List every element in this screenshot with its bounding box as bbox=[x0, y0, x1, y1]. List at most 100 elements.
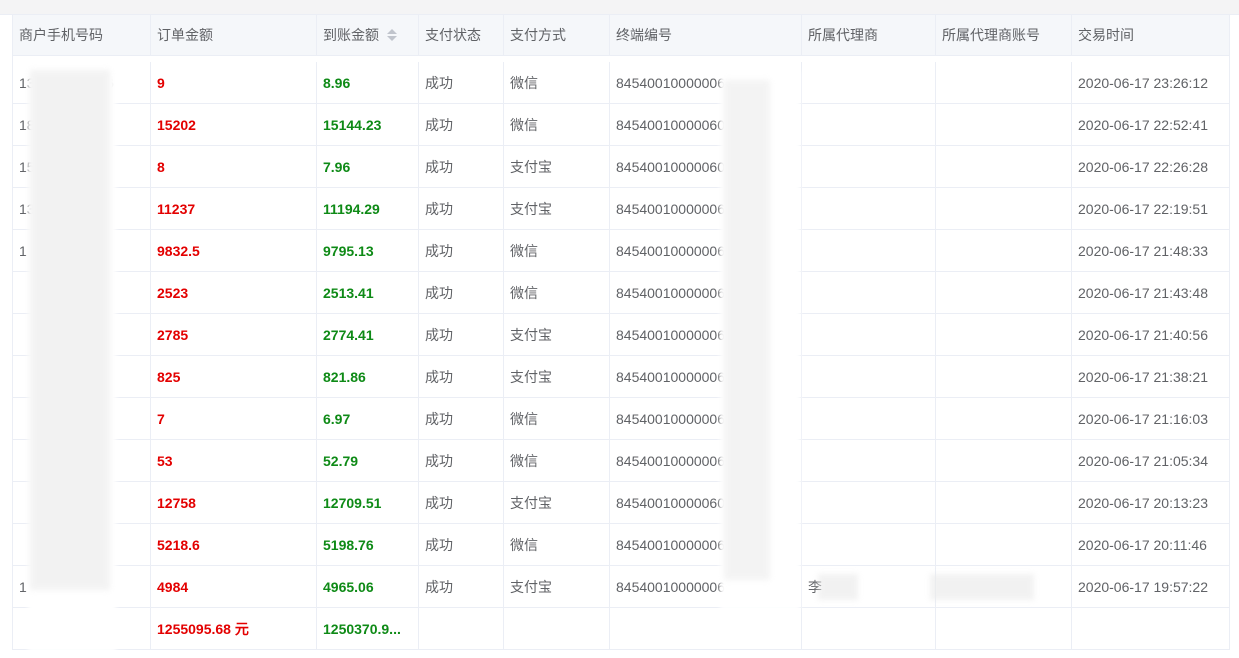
table-row: 1304698.96成功微信8454001000000600172020-06-… bbox=[13, 62, 1229, 104]
table-row: 7325232513.41成功微信8454001000000602020-06-… bbox=[13, 272, 1229, 314]
top-strip bbox=[0, 0, 1239, 15]
transactions-table: 商户手机号码 订单金额 到账金额 支付状态 支付方式 终端编号 所属代理商 所属… bbox=[12, 15, 1230, 650]
header-order-amount: 订单金额 bbox=[151, 15, 317, 55]
cell-agent bbox=[802, 356, 936, 397]
cell-trade-time: 2020-06-17 22:52:41 bbox=[1078, 116, 1208, 133]
cell-received-amount: 2513.41 bbox=[317, 272, 419, 313]
cell-received-amount: 7.96 bbox=[317, 146, 419, 187]
cell-order-amount: 8 bbox=[151, 146, 317, 187]
header-trade-time: 交易时间 bbox=[1078, 27, 1134, 43]
cell-agent-account bbox=[936, 524, 1072, 565]
cell-received-amount: 12709.51 bbox=[317, 482, 419, 523]
header-received-amount[interactable]: 到账金额 bbox=[317, 15, 419, 55]
table-row: 53 52.79 成功 微信 845400100000060 2020-06-17 21:… bbox=[13, 440, 1229, 482]
cell-order-amount: 2785 bbox=[151, 314, 317, 355]
cell-pay-method: 支付宝 bbox=[504, 188, 610, 229]
cell-pay-method: 支付宝 bbox=[504, 566, 610, 607]
cell-trade-time: 2020-06-17 21:48:33 bbox=[1078, 242, 1208, 259]
cell-agent bbox=[802, 104, 936, 145]
cell-agent-account bbox=[936, 146, 1072, 187]
table-row: 14369832.59795.13成功微信8454001000000602020… bbox=[13, 230, 1229, 272]
cell-received-amount: 4965.06 bbox=[317, 566, 419, 607]
cell-pay-status: 成功 bbox=[419, 104, 504, 145]
table-header: 商户手机号码 订单金额 到账金额 支付状态 支付方式 终端编号 所属代理商 所属… bbox=[13, 15, 1229, 56]
cell-pay-method: 微信 bbox=[504, 272, 610, 313]
cell-agent-account bbox=[936, 356, 1072, 397]
summary-empty bbox=[419, 608, 504, 649]
cell-received-amount: 2774.41 bbox=[317, 314, 419, 355]
cell-pay-method: 微信 bbox=[504, 398, 610, 439]
table-row: 54825821.86成功支付宝8454001000000602020-06-1… bbox=[13, 356, 1229, 398]
cell-pay-method: 支付宝 bbox=[504, 482, 610, 523]
header-pay-method: 支付方式 bbox=[504, 15, 610, 55]
cell-pay-method: 微信 bbox=[504, 104, 610, 145]
summary-empty bbox=[802, 608, 936, 649]
cell-pay-method: 支付宝 bbox=[504, 146, 610, 187]
cell-agent bbox=[802, 398, 936, 439]
table-row: 7 6.97 成功 微信 845400100000060 2020-06-17 21:16… bbox=[13, 398, 1229, 440]
cell-received-amount: 11194.29 bbox=[317, 188, 419, 229]
summary-empty bbox=[1072, 608, 1229, 649]
header-agent-account: 所属代理商账号 bbox=[936, 15, 1072, 55]
cell-order-amount: 12758 bbox=[151, 482, 317, 523]
cell-pay-status: 成功 bbox=[419, 524, 504, 565]
cell-order-amount: 15202 bbox=[151, 104, 317, 145]
cell-trade-time: 2020-06-17 20:11:46 bbox=[1078, 536, 1207, 553]
cell-pay-method: 微信 bbox=[504, 230, 610, 271]
cell-pay-status: 成功 bbox=[419, 440, 504, 481]
cell-pay-method: 微信 bbox=[504, 524, 610, 565]
cell-trade-time: 2020-06-17 20:13:23 bbox=[1078, 494, 1208, 511]
header-agent: 所属代理商 bbox=[802, 15, 936, 55]
cell-order-amount: 4984 bbox=[151, 566, 317, 607]
cell-pay-status: 成功 bbox=[419, 146, 504, 187]
cell-pay-method: 微信 bbox=[504, 440, 610, 481]
privacy-blur bbox=[930, 574, 1034, 600]
cell-trade-time: 2020-06-17 21:43:48 bbox=[1078, 284, 1208, 301]
summary-order-total: 1255095.68 元 bbox=[151, 608, 317, 649]
header-pay-status: 支付状态 bbox=[419, 15, 504, 55]
cell-agent bbox=[802, 62, 936, 103]
cell-received-amount: 8.96 bbox=[317, 62, 419, 103]
cell-pay-status: 成功 bbox=[419, 230, 504, 271]
privacy-blur bbox=[818, 574, 858, 600]
cell-trade-time: 2020-06-17 21:38:21 bbox=[1078, 368, 1208, 385]
cell-received-amount: 52.79 bbox=[317, 440, 419, 481]
cell-pay-status: 成功 bbox=[419, 272, 504, 313]
cell-agent bbox=[802, 482, 936, 523]
cell-trade-time: 2020-06-17 22:26:28 bbox=[1078, 158, 1208, 175]
cell-order-amount: 2523 bbox=[151, 272, 317, 313]
cell-received-amount: 5198.76 bbox=[317, 524, 419, 565]
summary-received-total: 1250370.9... bbox=[317, 608, 419, 649]
sort-caret-icon[interactable] bbox=[387, 29, 397, 41]
cell-order-amount: 9832.5 bbox=[151, 230, 317, 271]
header-merchant-phone: 商户手机号码 bbox=[13, 15, 151, 55]
cell-pay-method: 支付宝 bbox=[504, 356, 610, 397]
cell-trade-time: 2020-06-17 22:19:51 bbox=[1078, 200, 1208, 217]
cell-pay-status: 成功 bbox=[419, 188, 504, 229]
cell-pay-status: 成功 bbox=[419, 62, 504, 103]
cell-order-amount: 11237 bbox=[151, 188, 317, 229]
cell-agent bbox=[802, 272, 936, 313]
cell-received-amount: 9795.13 bbox=[317, 230, 419, 271]
cell-trade-time: 2020-06-17 21:40:56 bbox=[1078, 326, 1208, 343]
cell-agent-account bbox=[936, 482, 1072, 523]
cell-pay-status: 成功 bbox=[419, 482, 504, 523]
summary-row: 1255095.68 元 1250370.9... bbox=[13, 608, 1229, 650]
table-row: 7327852774.41成功支付宝8454001000000602020-06… bbox=[13, 314, 1229, 356]
summary-empty bbox=[504, 608, 610, 649]
cell-pay-method: 支付宝 bbox=[504, 314, 610, 355]
privacy-blur bbox=[30, 70, 110, 590]
cell-order-amount: 9 bbox=[151, 62, 317, 103]
cell-received-amount: 821.86 bbox=[317, 356, 419, 397]
table-row: 12758 12709.51 成功 支付宝 84540010000060 2020-06-… bbox=[13, 482, 1229, 524]
cell-agent bbox=[802, 146, 936, 187]
privacy-blur bbox=[724, 80, 770, 580]
cell-trade-time: 2020-06-17 21:05:34 bbox=[1078, 452, 1208, 469]
cell-order-amount: 825 bbox=[151, 356, 317, 397]
table-row: 1 4984 4965.06 成功 支付宝 845400100000060010 李 2020… bbox=[13, 566, 1229, 608]
cell-pay-status: 成功 bbox=[419, 314, 504, 355]
summary-empty bbox=[610, 608, 802, 649]
cell-pay-status: 成功 bbox=[419, 566, 504, 607]
cell-pay-method: 微信 bbox=[504, 62, 610, 103]
cell-agent-account bbox=[936, 62, 1072, 103]
